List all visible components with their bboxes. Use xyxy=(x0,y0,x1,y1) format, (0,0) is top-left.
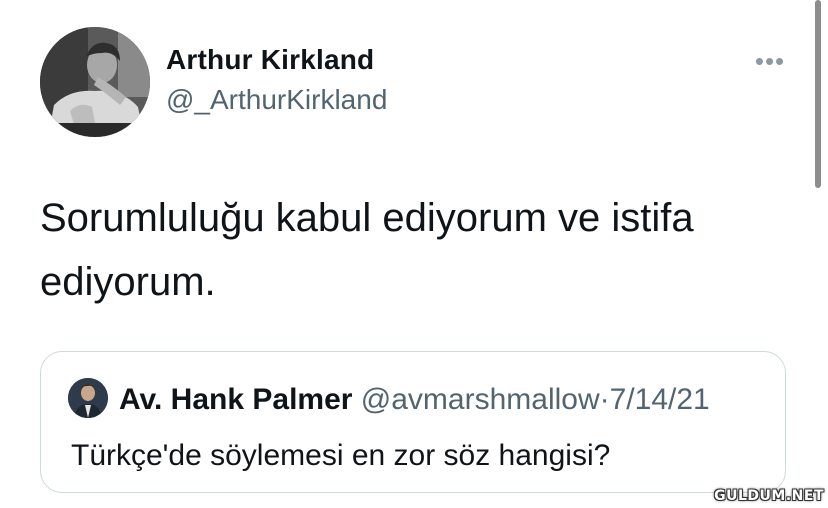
quoted-author-handle[interactable]: @avmarshmallow xyxy=(361,383,600,416)
quoted-tweet-text: Türkçe'de söylemesi en zor söz hangisi? xyxy=(71,439,611,472)
more-horizontal-icon[interactable]: ••• xyxy=(750,46,790,76)
quoted-author-avatar-image xyxy=(68,378,108,418)
scrollbar[interactable] xyxy=(815,0,821,188)
quoted-tweet-header: Av. Hank Palmer @avmarshmallow·7/14/21 xyxy=(119,380,710,420)
author-avatar-image xyxy=(40,27,150,137)
author-name[interactable]: Arthur Kirkland xyxy=(166,44,374,76)
header-separator: · xyxy=(599,383,610,416)
tweet-text: Sorumluluğu kabul ediyorum ve istifa edi… xyxy=(40,196,694,304)
author-avatar[interactable] xyxy=(40,27,150,137)
quoted-author-name[interactable]: Av. Hank Palmer xyxy=(119,383,352,416)
quoted-author-avatar[interactable] xyxy=(68,378,108,418)
quoted-tweet-date[interactable]: 7/14/21 xyxy=(610,383,710,416)
quoted-tweet-card[interactable]: Av. Hank Palmer @avmarshmallow·7/14/21 T… xyxy=(40,351,786,493)
author-handle[interactable]: @_ArthurKirkland xyxy=(166,84,387,116)
watermark-logo: GULDUM.NET xyxy=(714,488,824,504)
